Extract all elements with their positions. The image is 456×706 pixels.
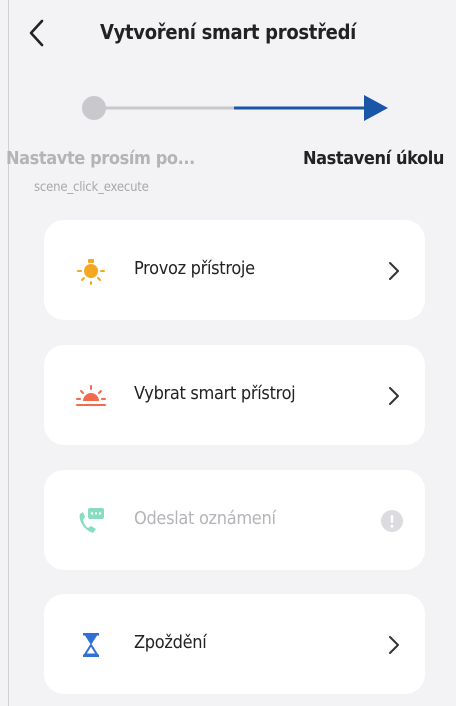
step-1-sublabel: scene_click_execute: [34, 180, 149, 195]
chevron-right-icon: [389, 636, 399, 654]
step-1-label: Nastavte prosím po...: [6, 148, 195, 169]
action-label: Odeslat oznámení: [134, 508, 276, 529]
action-delay[interactable]: Zpoždění: [44, 594, 425, 694]
hourglass-icon: [83, 633, 99, 657]
action-label: Vybrat smart přístroj: [134, 383, 296, 404]
action-send-notification: Odeslat oznámení: [44, 470, 425, 570]
action-label: Provoz přístroje: [134, 258, 255, 279]
action-label: Zpoždění: [134, 632, 207, 653]
step-dot-1: [82, 96, 106, 120]
phone-message-icon: [79, 508, 104, 533]
bulb-icon: [77, 259, 105, 285]
header: Vytvoření smart prostředí: [0, 0, 456, 70]
page-title: Vytvoření smart prostředí: [99, 20, 357, 44]
step-arrow-2: [364, 95, 388, 121]
progress-stepper: [82, 95, 388, 121]
action-select-smart-device[interactable]: Vybrat smart přístroj: [44, 345, 425, 445]
action-device-operation[interactable]: Provoz přístroje: [44, 220, 425, 320]
step-2-label: Nastavení úkolu: [302, 148, 444, 169]
chevron-right-icon: [389, 262, 399, 280]
sunrise-icon: [76, 385, 106, 406]
info-icon: [381, 510, 403, 532]
chevron-right-icon: [389, 387, 399, 405]
